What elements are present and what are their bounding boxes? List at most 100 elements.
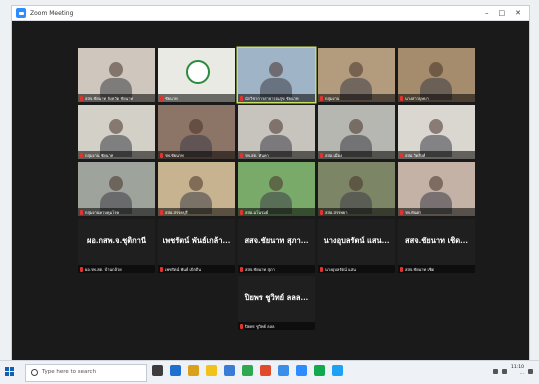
zoom-icon — [16, 8, 26, 18]
participant-tile[interactable]: นางอุบลรัตน์ แสน... นางอุบลรัตน์ แสน — [318, 219, 395, 273]
close-button[interactable]: ✕ — [515, 9, 521, 17]
participant-tile[interactable]: กลุ่มงานควบคุมโรค — [78, 162, 155, 216]
participant-tile[interactable]: สสอ.มโนรมย์ — [238, 162, 315, 216]
participant-name-label: รพ.หันคา — [398, 208, 475, 216]
participant-tile[interactable]: นางสาวบุษบา — [398, 48, 475, 102]
participant-tile[interactable]: สสอ.เมือง — [318, 105, 395, 159]
person-head-icon — [109, 176, 123, 191]
pinned-app-icon[interactable] — [296, 365, 307, 376]
participant-tile[interactable]: ผอ.กสพ.จ.ชุติกานีผอ.รพ.สต. บ้านกล้วย — [78, 219, 155, 273]
person-head-icon — [269, 119, 283, 134]
participant-name: สสอ.สรรพยา — [325, 209, 348, 215]
participant-display-name: ผอ.กสพ.จ.ชุติกานี — [86, 236, 147, 245]
participant-tile[interactable]: สสอ.สรรพยา — [318, 162, 395, 216]
muted-mic-icon — [240, 266, 243, 272]
person-head-icon — [109, 119, 123, 134]
participant-name-label: นางอุบลรัตน์ แสน — [318, 265, 395, 273]
participant-tile[interactable]: สสจ.ชัยนาท เชิด... สสจ.ชัยนาท เชิด — [398, 219, 475, 273]
muted-mic-icon — [240, 209, 243, 215]
participant-name-label: กลุ่มงาน — [318, 94, 395, 102]
participant-tile[interactable]: สสจ.ชัยนาท จังหวัด ชัยนาท — [78, 48, 155, 102]
pinned-app-icon[interactable] — [332, 365, 343, 376]
participant-display-name: สสจ.ชัยนาท เชิด... — [405, 236, 468, 245]
participant-name-label: สสอ.เมือง — [318, 151, 395, 159]
pinned-app-icon[interactable] — [206, 365, 217, 376]
muted-mic-icon — [80, 266, 83, 272]
participant-name-label: นักวิชาการสาธารณสุข ชัยนาท — [238, 94, 315, 102]
muted-mic-icon — [240, 95, 243, 101]
participant-name: กลุ่มงานควบคุมโรค — [85, 209, 120, 215]
person-head-icon — [109, 62, 123, 77]
participant-tile[interactable]: นักวิชาการสาธารณสุข ชัยนาท — [238, 48, 315, 102]
participant-tile[interactable]: สสอ.สรรคบุรี — [158, 162, 235, 216]
participant-name: รพ.ชัยนาท — [165, 152, 184, 158]
participant-tile[interactable]: ชัยนาท — [158, 48, 235, 102]
participant-name-label: กลุ่มงาน ชัยนาท — [78, 151, 155, 159]
muted-mic-icon — [80, 95, 83, 101]
system-tray: 11:10 ... — [493, 365, 533, 377]
participant-tile[interactable]: สสจ.ชัยนาท สุภา... สสจ.ชัยนาท สุภา — [238, 219, 315, 273]
participant-name-label: รพ.ชัยนาท — [158, 151, 235, 159]
person-head-icon — [349, 62, 363, 77]
muted-mic-icon — [320, 152, 323, 158]
person-head-icon — [269, 62, 283, 77]
participant-display-name: สสจ.ชัยนาท สุภา... — [244, 236, 309, 245]
pinned-app-icon[interactable] — [278, 365, 289, 376]
participant-name: สสจ.ชัยนาท สุภา — [245, 266, 275, 272]
muted-mic-icon — [160, 266, 163, 272]
pinned-app-icon[interactable] — [314, 365, 325, 376]
muted-mic-icon — [80, 209, 83, 215]
participant-name-label: ชัยนาท — [158, 94, 235, 102]
search-icon — [31, 369, 38, 376]
participant-name: ชัยนาท — [165, 95, 178, 101]
pinned-app-icon[interactable] — [224, 365, 235, 376]
pinned-apps — [152, 365, 343, 376]
participant-name-label: เพชรัตน์ พันธ์ เบิกถิ่น — [158, 265, 235, 273]
participant-name: สสอ.เมือง — [325, 152, 342, 158]
muted-mic-icon — [240, 152, 243, 158]
taskbar-search-input[interactable]: Type here to search — [25, 364, 147, 382]
pinned-app-icon[interactable] — [260, 365, 271, 376]
participant-name: ผอ.รพ.สต. บ้านกล้วย — [85, 266, 122, 272]
participant-display-name: นางอุบลรัตน์ แสน... — [323, 236, 390, 245]
participant-name: รพ.หันคา — [405, 209, 422, 215]
pinned-app-icon[interactable] — [152, 365, 163, 376]
participant-tile[interactable]: เพชรัตน์ พันธ์เกล้า... เพชรัตน์ พันธ์ เบิ… — [158, 219, 235, 273]
pinned-app-icon[interactable] — [188, 365, 199, 376]
participant-tile[interactable]: ปิยพร ชูวิทย์ ลลล... ปิยพร ชูวิทย์ ลลล — [238, 276, 315, 330]
muted-mic-icon — [320, 95, 323, 101]
participant-name-label: สสจ.ชัยนาท สุภา — [238, 265, 315, 273]
notification-icon[interactable] — [528, 368, 533, 374]
participant-name-label: สสอ.วัดสิงห์ — [398, 151, 475, 159]
participant-tile[interactable]: รพ.ชัยนาท — [158, 105, 235, 159]
participant-name-label: กลุ่มงานควบคุมโรค — [78, 208, 155, 216]
muted-mic-icon — [320, 266, 323, 272]
clock[interactable]: 11:10 ... — [511, 365, 524, 377]
participant-name-label: สสจ.ชัยนาท จังหวัด ชัยนาท — [78, 94, 155, 102]
participant-name: กลุ่มงาน — [325, 95, 340, 101]
search-placeholder: Type here to search — [42, 369, 97, 375]
muted-mic-icon — [80, 152, 83, 158]
participant-tile[interactable]: รพ.หันคา — [398, 162, 475, 216]
pinned-app-icon[interactable] — [242, 365, 253, 376]
minimize-button[interactable]: – — [485, 9, 489, 17]
participant-name-label: สสอ.มโนรมย์ — [238, 208, 315, 216]
muted-mic-icon — [160, 95, 163, 101]
windows-start-icon[interactable] — [5, 367, 15, 377]
participant-name-label: สสอ.สรรคบุรี — [158, 208, 235, 216]
participant-tile[interactable]: สสอ.วัดสิงห์ — [398, 105, 475, 159]
volume-icon[interactable] — [502, 368, 508, 374]
pinned-app-icon[interactable] — [170, 365, 181, 376]
muted-mic-icon — [400, 209, 403, 215]
window-controls: – □ ✕ — [485, 9, 529, 17]
window-title: Zoom Meeting — [30, 9, 74, 17]
network-icon[interactable] — [493, 368, 499, 374]
participant-tile[interactable]: รพ.สต. หันคา — [238, 105, 315, 159]
maximize-button[interactable]: □ — [499, 9, 506, 17]
participant-display-name: เพชรัตน์ พันธ์เกล้า... — [162, 236, 231, 245]
person-head-icon — [429, 176, 443, 191]
desktop: Zoom Meeting – □ ✕ สสจ.ชัยนาท จังหวัด ชั… — [0, 0, 539, 384]
participant-tile[interactable]: กลุ่มงาน ชัยนาท — [78, 105, 155, 159]
taskbar: Type here to search 11:10 ... — [0, 360, 539, 384]
participant-tile[interactable]: กลุ่มงาน — [318, 48, 395, 102]
